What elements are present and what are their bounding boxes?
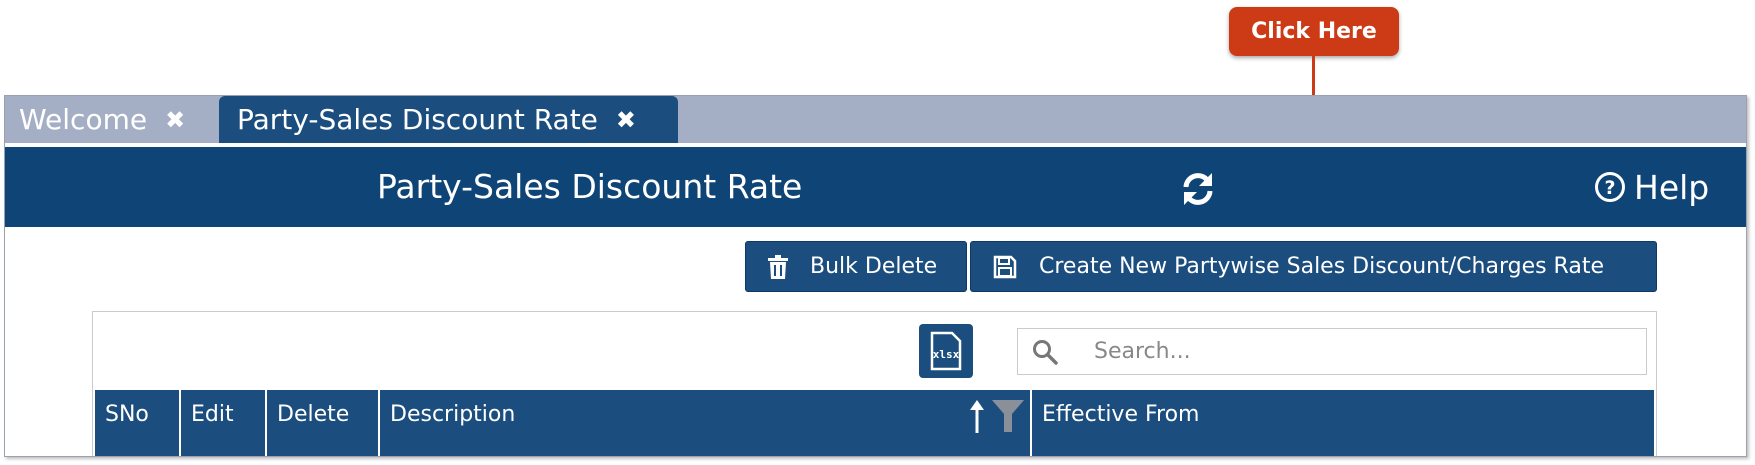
column-header-delete-label: Delete	[277, 402, 350, 427]
save-icon	[993, 255, 1017, 278]
search-icon	[1033, 340, 1058, 365]
trash-icon	[768, 254, 788, 279]
tab-strip: Welcome ✖ Party-Sales Discount Rate ✖	[5, 96, 1746, 143]
help-label: Help	[1634, 167, 1710, 207]
column-header-effective-from-label: Effective From	[1042, 402, 1200, 427]
column-header-description[interactable]: Description	[380, 390, 1032, 456]
filter-icon[interactable]	[992, 400, 1024, 434]
xlsx-export-icon: xlsx	[930, 331, 962, 371]
bulk-delete-label: Bulk Delete	[810, 254, 938, 279]
tab-welcome-label: Welcome	[19, 103, 148, 136]
callout-label: Click Here	[1251, 19, 1377, 44]
svg-text:xlsx: xlsx	[933, 348, 960, 361]
bulk-delete-button[interactable]: Bulk Delete	[745, 241, 967, 292]
column-header-sno-label: SNo	[105, 402, 149, 427]
page-header: Party-Sales Discount Rate ? Help	[5, 147, 1746, 227]
column-header-edit[interactable]: Edit	[181, 390, 267, 456]
tab-active-label: Party-Sales Discount Rate	[237, 103, 598, 136]
click-here-callout: Click Here	[1229, 7, 1399, 56]
create-new-rate-button[interactable]: Create New Partywise Sales Discount/Char…	[970, 241, 1657, 292]
svg-text:?: ?	[1604, 177, 1615, 199]
help-circle-icon: ?	[1595, 172, 1625, 202]
grid-header-row: SNo Edit Delete Description Effective Fr…	[95, 390, 1654, 456]
sort-ascending-icon[interactable]	[970, 400, 984, 434]
column-header-sno[interactable]: SNo	[95, 390, 181, 456]
search-input[interactable]	[1094, 329, 1634, 374]
page-title: Party-Sales Discount Rate	[377, 167, 803, 206]
app-window: Welcome ✖ Party-Sales Discount Rate ✖ Pa…	[4, 95, 1747, 457]
search-box	[1017, 328, 1647, 375]
column-header-delete[interactable]: Delete	[267, 390, 380, 456]
column-header-effective-from[interactable]: Effective From	[1032, 390, 1654, 456]
create-new-rate-label: Create New Partywise Sales Discount/Char…	[1039, 254, 1605, 279]
refresh-icon[interactable]	[1178, 169, 1218, 209]
data-grid: xlsx SNo Edit Delete Description	[92, 311, 1657, 456]
tab-welcome-close-icon[interactable]: ✖	[165, 106, 185, 134]
column-header-edit-label: Edit	[191, 402, 234, 427]
tab-welcome[interactable]: Welcome ✖	[19, 96, 185, 143]
help-link[interactable]: ? Help	[1594, 147, 1709, 227]
tab-party-sales-discount-rate[interactable]: Party-Sales Discount Rate ✖	[219, 96, 678, 143]
column-header-description-label: Description	[390, 402, 516, 427]
tab-active-close-icon[interactable]: ✖	[616, 106, 636, 134]
export-xlsx-button[interactable]: xlsx	[919, 324, 973, 378]
